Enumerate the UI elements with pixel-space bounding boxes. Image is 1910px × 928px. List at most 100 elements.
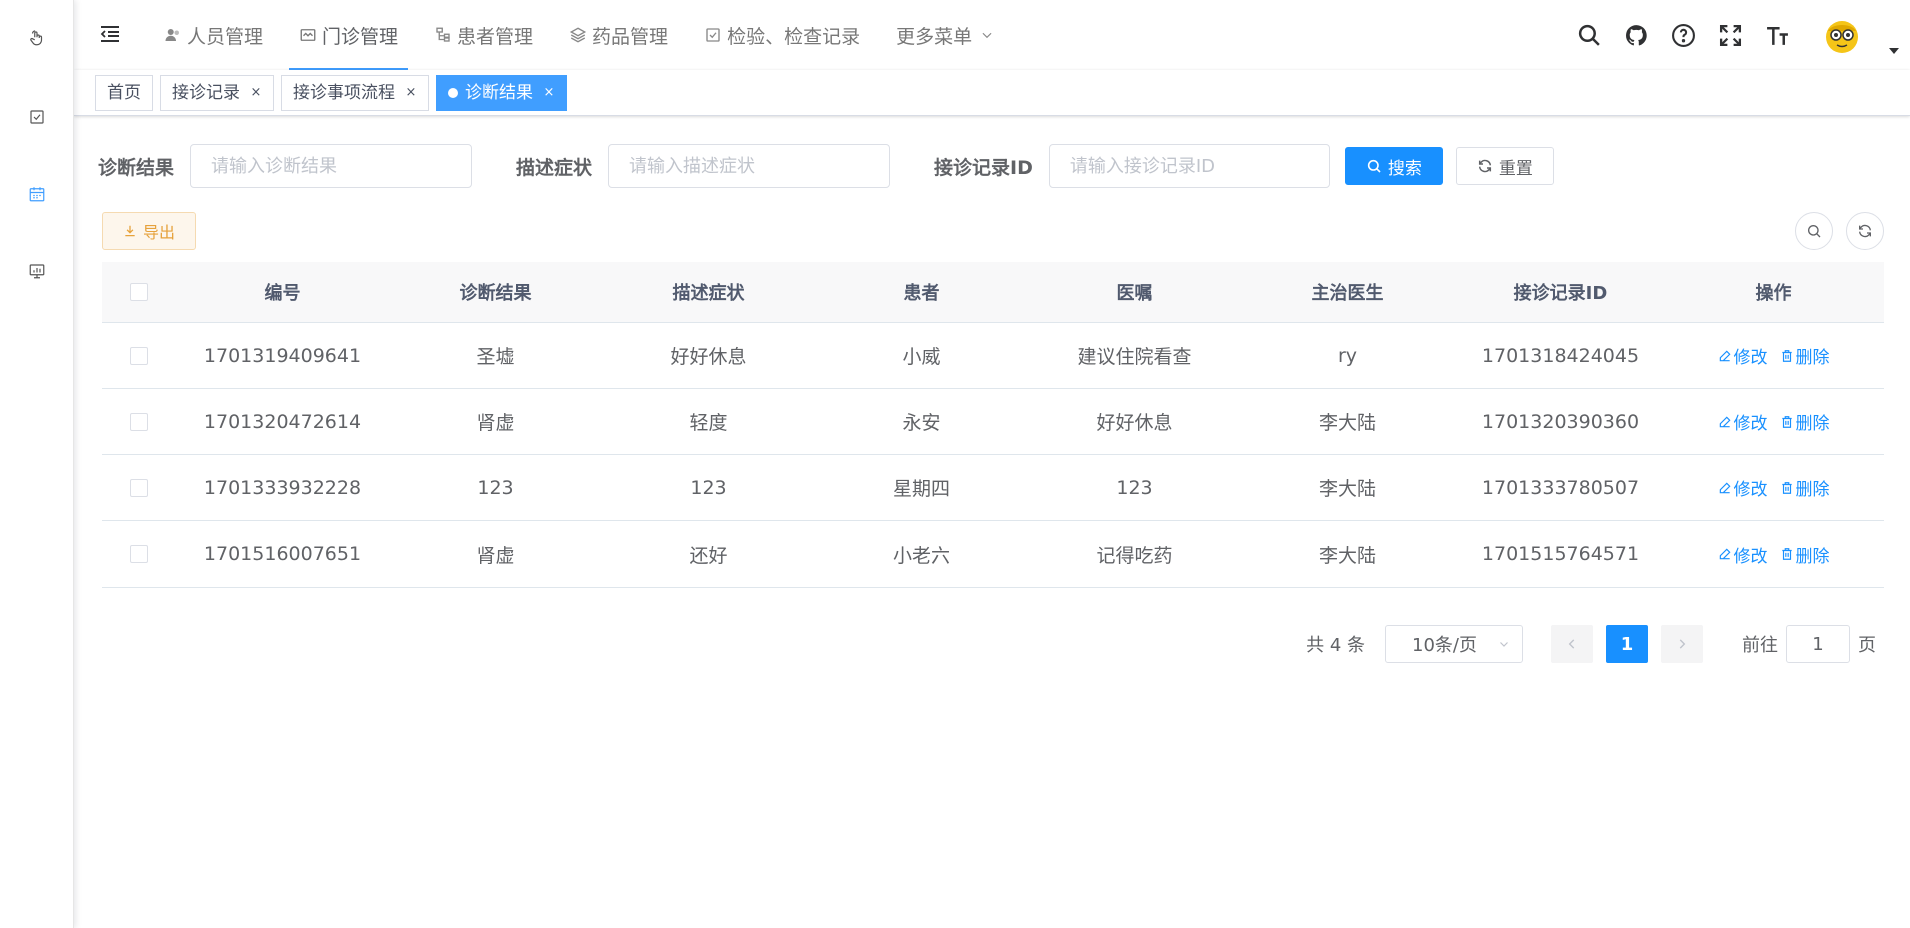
tag-diagnosis-results[interactable]: 诊断结果 × <box>436 74 567 111</box>
hamburger-icon[interactable] <box>98 22 122 46</box>
select-all-checkbox[interactable] <box>130 283 148 301</box>
column-header[interactable]: 主治医生 <box>1241 279 1454 305</box>
monitor-chart-icon[interactable] <box>27 261 47 281</box>
table-cell: 圣墟 <box>476 346 515 368</box>
row-checkbox[interactable] <box>130 545 148 563</box>
pointer-hand-icon[interactable] <box>27 28 47 48</box>
delete-button[interactable]: 删除 <box>1780 343 1830 368</box>
row-checkbox[interactable] <box>130 346 148 365</box>
top-menu-label: 患者管理 <box>457 25 534 48</box>
help-icon[interactable] <box>1670 22 1696 48</box>
search-icon[interactable] <box>1576 22 1602 48</box>
table-cell: 1701333932228 <box>203 476 362 499</box>
active-dot-icon <box>448 87 458 98</box>
table-cell: 李大陆 <box>1318 412 1376 434</box>
table-cell: 小威 <box>902 346 941 368</box>
top-menu-label: 检验、检查记录 <box>727 25 861 48</box>
table-cell: 123 <box>477 476 514 499</box>
column-header[interactable]: 描述症状 <box>602 279 815 305</box>
right-toolbar <box>1782 212 1884 250</box>
column-header[interactable]: 诊断结果 <box>389 279 602 305</box>
prev-page-button[interactable] <box>1551 625 1593 663</box>
search-button-label: 搜索 <box>1387 158 1422 179</box>
tag-home[interactable]: 首页 <box>95 74 153 111</box>
fullscreen-icon[interactable] <box>1717 22 1743 48</box>
close-icon[interactable]: × <box>250 76 262 110</box>
avatar[interactable] <box>1822 15 1862 55</box>
row-checkbox-cell <box>102 545 176 563</box>
table-cell: 123 <box>1116 476 1153 499</box>
edit-button[interactable]: 修改 <box>1718 409 1768 434</box>
toggle-search-button[interactable] <box>1795 212 1833 250</box>
layers-icon <box>569 27 587 43</box>
top-menu-item-exams[interactable]: 检验、检查记录 <box>694 0 870 70</box>
table-row[interactable]: 1701320472614 肾虚 轻度 永安 好好休息 李大陆 17013203… <box>102 389 1884 455</box>
main-content: 诊断结果 描述症状 接诊记录ID 搜索 重置 导出 <box>74 116 1910 928</box>
symptoms-input[interactable] <box>608 144 891 188</box>
row-checkbox[interactable] <box>130 412 148 431</box>
edit-button[interactable]: 修改 <box>1718 343 1768 368</box>
refresh-button[interactable] <box>1846 212 1884 250</box>
table-row[interactable]: 1701516007651 肾虚 还好 小老六 记得吃药 李大陆 1701515… <box>102 521 1884 587</box>
field-label: 诊断结果 <box>98 156 175 179</box>
table-cell: 记得吃药 <box>1096 544 1173 567</box>
delete-icon <box>1781 349 1792 362</box>
column-header[interactable]: 患者 <box>815 279 1028 305</box>
table-cell: 好好休息 <box>1096 412 1173 434</box>
delete-button[interactable]: 删除 <box>1780 475 1830 500</box>
column-header[interactable]: 编号 <box>176 279 389 305</box>
delete-label: 删除 <box>1795 414 1830 434</box>
actions-cell: 修改 删除 <box>1667 409 1880 434</box>
table-row[interactable]: 1701319409641 圣墟 好好休息 小威 建议住院看查 ry 17013… <box>102 323 1884 389</box>
table-cell: 永安 <box>902 412 941 434</box>
table-cell: 建议住院看查 <box>1077 346 1192 368</box>
table-row[interactable]: 1701333932228 123 123 星期四 123 李大陆 170133… <box>102 455 1884 521</box>
checkbox-icon[interactable] <box>27 107 47 127</box>
table-cell: 1701516007651 <box>203 543 362 565</box>
sidebar <box>0 0 74 928</box>
row-checkbox[interactable] <box>130 478 148 497</box>
tag-label: 首页 <box>107 82 141 103</box>
top-menu-item-more[interactable]: 更多菜单 <box>886 0 1004 70</box>
column-header[interactable]: 医嘱 <box>1028 279 1241 305</box>
edit-button[interactable]: 修改 <box>1718 542 1768 567</box>
edit-icon <box>1719 548 1730 560</box>
page-size-select[interactable]: 10条/页 <box>1385 625 1523 663</box>
page-number-current[interactable]: 1 <box>1606 625 1648 663</box>
edit-button[interactable]: 修改 <box>1718 475 1768 500</box>
chevron-left-icon <box>1568 639 1575 649</box>
column-header[interactable]: 接诊记录ID <box>1454 279 1667 305</box>
reset-button[interactable]: 重置 <box>1455 147 1554 185</box>
github-icon[interactable] <box>1623 22 1649 48</box>
top-menu-item-drugs[interactable]: 药品管理 <box>559 0 678 70</box>
goto-page-input[interactable] <box>1786 625 1850 663</box>
visit-id-input[interactable] <box>1048 144 1330 188</box>
tag-visit-process[interactable]: 接诊事项流程 × <box>281 74 429 111</box>
delete-button[interactable]: 删除 <box>1780 542 1830 567</box>
field-symptoms: 描述症状 <box>516 144 891 188</box>
search-button[interactable]: 搜索 <box>1344 147 1443 185</box>
top-menu-item-staff[interactable]: 人员管理 <box>154 0 273 70</box>
tree-icon <box>436 27 450 42</box>
close-icon[interactable]: × <box>543 76 555 110</box>
export-button[interactable]: 导出 <box>102 212 197 250</box>
caret-down-icon[interactable] <box>1888 42 1900 54</box>
table-cell: 1701333780507 <box>1481 476 1640 499</box>
checkbox-icon <box>706 28 720 42</box>
tag-visit-records[interactable]: 接诊记录 × <box>160 74 274 111</box>
chevron-right-icon <box>1679 639 1686 649</box>
close-icon[interactable]: × <box>405 76 417 110</box>
delete-button[interactable]: 删除 <box>1780 409 1830 434</box>
font-size-icon[interactable] <box>1764 22 1790 48</box>
row-checkbox-cell <box>102 478 176 497</box>
actions-cell: 修改 删除 <box>1667 475 1880 500</box>
table-cell: 1701515764571 <box>1481 543 1640 565</box>
next-page-button[interactable] <box>1661 625 1703 663</box>
diagnosis-input[interactable] <box>190 144 473 188</box>
field-diagnosis: 诊断结果 <box>98 144 473 188</box>
download-icon <box>125 225 135 237</box>
top-menu-item-patients[interactable]: 患者管理 <box>424 0 543 70</box>
top-menu-item-clinic[interactable]: 门诊管理 <box>289 0 409 70</box>
calendar-icon[interactable] <box>27 184 47 204</box>
table-cell: 星期四 <box>892 478 950 500</box>
